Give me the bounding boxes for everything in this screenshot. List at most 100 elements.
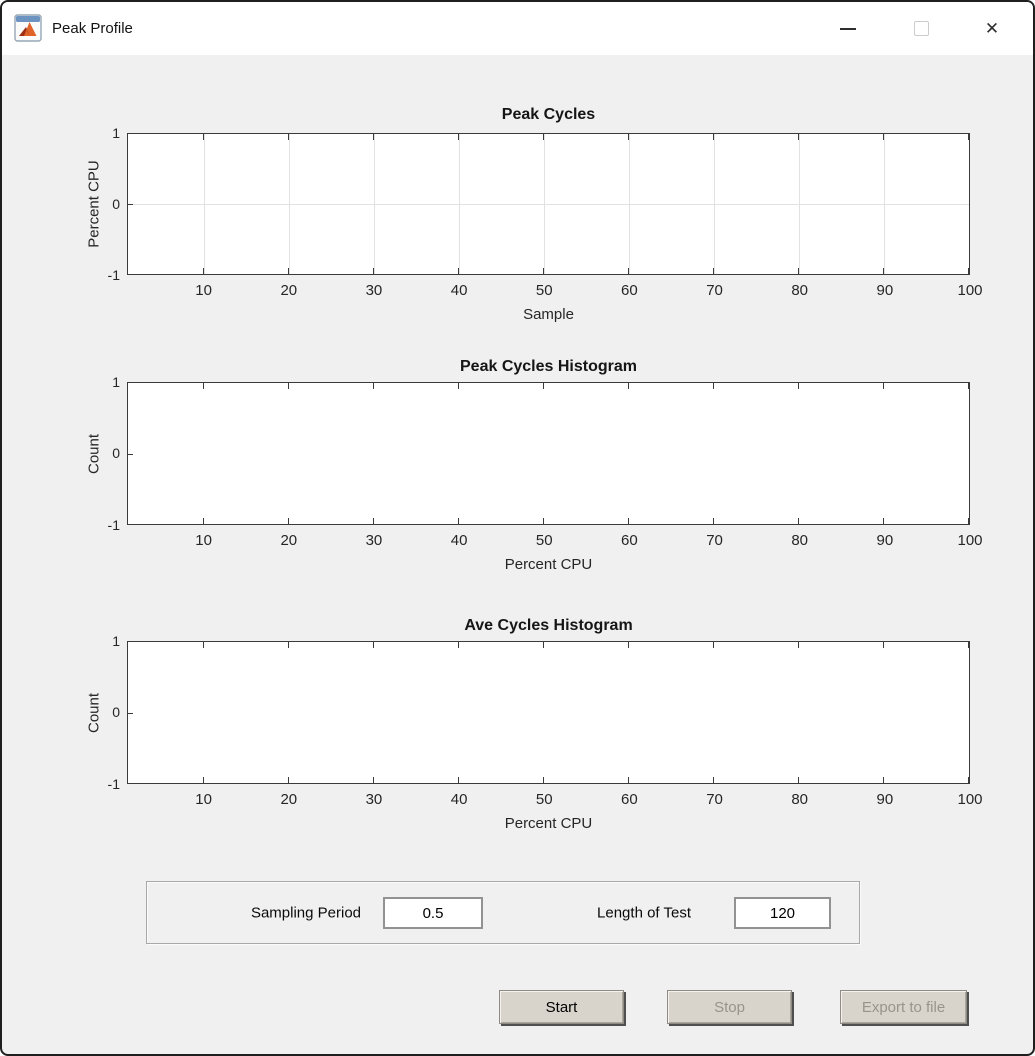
parameters-panel: Sampling Period Length of Test: [146, 881, 860, 944]
matlab-app-icon: [14, 14, 42, 42]
x-tick-mark: [968, 777, 969, 783]
maximize-button[interactable]: [900, 2, 942, 55]
ytick-label: 1: [86, 633, 120, 649]
maximize-icon: [914, 21, 929, 36]
x-tick-mark: [713, 518, 714, 524]
window-title: Peak Profile: [52, 2, 133, 55]
x-tick-mark: [798, 642, 799, 648]
x-tick-mark: [713, 777, 714, 783]
x-tick-mark: [458, 777, 459, 783]
close-button[interactable]: ✕: [971, 2, 1013, 55]
x-tick-mark: [203, 642, 204, 648]
close-icon: ✕: [985, 20, 999, 37]
x-tick-mark: [373, 642, 374, 648]
x-tick-mark: [883, 268, 884, 274]
x-tick-mark: [203, 777, 204, 783]
x-tick-mark: [288, 518, 289, 524]
titlebar: Peak Profile ✕: [2, 2, 1033, 55]
x-tick-mark: [628, 518, 629, 524]
sampling-period-label: Sampling Period: [147, 904, 361, 921]
x-tick-mark: [373, 518, 374, 524]
plot2-ylabel: Count: [86, 434, 103, 474]
x-tick-mark: [203, 383, 204, 389]
x-tick-mark: [798, 268, 799, 274]
x-tick-mark: [543, 268, 544, 274]
x-tick-mark: [713, 642, 714, 648]
x-tick-mark: [458, 383, 459, 389]
y-tick-mark: [128, 713, 133, 714]
x-tick-mark: [203, 134, 204, 140]
start-button[interactable]: Start: [499, 990, 624, 1024]
x-tick-mark: [543, 383, 544, 389]
xtick-label: 100: [957, 282, 982, 299]
x-tick-mark: [798, 383, 799, 389]
plot1-axes: [127, 133, 970, 275]
x-tick-mark: [543, 518, 544, 524]
plot2-axes: [127, 382, 970, 525]
xtick-label: 60: [621, 282, 638, 299]
x-tick-mark: [713, 383, 714, 389]
xtick-label: 80: [791, 532, 808, 549]
x-tick-mark: [968, 268, 969, 274]
xtick-label: 50: [536, 282, 553, 299]
xtick-label: 40: [451, 532, 468, 549]
ytick-label: 1: [86, 125, 120, 141]
x-tick-mark: [543, 642, 544, 648]
plot3-title: Ave Cycles Histogram: [127, 617, 970, 635]
xtick-label: 10: [195, 282, 212, 299]
plot2-title: Peak Cycles Histogram: [127, 358, 970, 376]
xtick-label: 70: [706, 791, 723, 808]
length-of-test-label: Length of Test: [447, 904, 691, 921]
x-tick-mark: [628, 777, 629, 783]
x-tick-mark: [458, 518, 459, 524]
ytick-label: 1: [86, 374, 120, 390]
ytick-label: -1: [86, 267, 120, 283]
xtick-label: 20: [280, 282, 297, 299]
plot1-xlabel: Sample: [127, 306, 970, 323]
xtick-label: 40: [451, 791, 468, 808]
x-tick-mark: [883, 518, 884, 524]
xtick-label: 30: [366, 532, 383, 549]
x-tick-mark: [458, 134, 459, 140]
x-tick-mark: [713, 268, 714, 274]
x-tick-mark: [373, 777, 374, 783]
plot1-xtick-labels: 102030405060708090100: [127, 282, 970, 300]
xtick-label: 30: [366, 282, 383, 299]
xtick-label: 90: [877, 791, 894, 808]
xtick-label: 30: [366, 791, 383, 808]
x-tick-mark: [373, 268, 374, 274]
xtick-label: 10: [195, 791, 212, 808]
plot2-xtick-labels: 102030405060708090100: [127, 532, 970, 550]
xtick-label: 70: [706, 282, 723, 299]
plot3-ylabel: Count: [86, 693, 103, 733]
plot2-xlabel: Percent CPU: [127, 556, 970, 573]
x-tick-mark: [883, 134, 884, 140]
x-tick-mark: [288, 777, 289, 783]
xtick-label: 90: [877, 532, 894, 549]
stop-button[interactable]: Stop: [667, 990, 792, 1024]
x-tick-mark: [628, 642, 629, 648]
export-to-file-button[interactable]: Export to file: [840, 990, 967, 1024]
plot3-xtick-labels: 102030405060708090100: [127, 791, 970, 809]
plot1-ylabel: Percent CPU: [86, 160, 103, 248]
xtick-label: 10: [195, 532, 212, 549]
x-tick-mark: [628, 268, 629, 274]
xtick-label: 80: [791, 791, 808, 808]
x-tick-mark: [798, 777, 799, 783]
x-tick-mark: [968, 518, 969, 524]
x-tick-mark: [628, 134, 629, 140]
x-tick-mark: [883, 383, 884, 389]
length-of-test-field[interactable]: [734, 897, 831, 929]
x-tick-mark: [968, 383, 969, 389]
x-tick-mark: [883, 642, 884, 648]
peak-profile-window: Peak Profile ✕ Peak Cycles 1 0 -1 Percen…: [0, 0, 1035, 1056]
xtick-label: 40: [451, 282, 468, 299]
xtick-label: 50: [536, 791, 553, 808]
xtick-label: 20: [280, 791, 297, 808]
x-tick-mark: [543, 134, 544, 140]
minimize-button[interactable]: [827, 2, 869, 55]
x-tick-mark: [203, 518, 204, 524]
x-tick-mark: [798, 134, 799, 140]
x-tick-mark: [968, 134, 969, 140]
y-tick-mark: [128, 454, 133, 455]
